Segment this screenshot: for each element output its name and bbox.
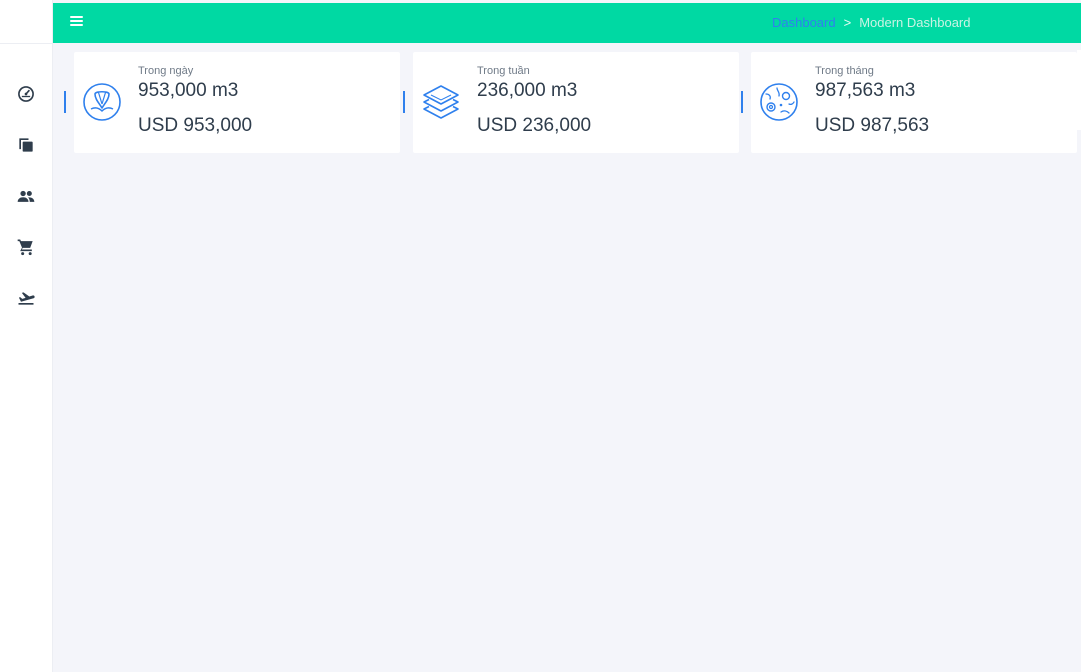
card-money-value: USD 953,000: [138, 115, 253, 136]
breadcrumb-dashboard-link[interactable]: Dashboard: [772, 15, 836, 30]
copy-pages-icon: [19, 138, 33, 152]
sidebar-item-dashboard[interactable]: [16, 84, 36, 104]
card-label: Trong tuần: [477, 65, 530, 77]
sidebar: [0, 0, 53, 672]
right-edge-strip: [1077, 50, 1081, 130]
sidebar-item-cart[interactable]: [16, 237, 36, 257]
breadcrumb-current: Modern Dashboard: [859, 15, 971, 30]
card-money-value: USD 987,563: [815, 115, 930, 136]
flight-takeoff-icon: [18, 292, 35, 305]
stat-card-month: Trong tháng 987,563 m3 USD 987,563: [741, 52, 1077, 153]
map-pin-icon: [82, 82, 122, 122]
card-volume-value: 953,000 m3: [138, 80, 239, 101]
users-icon: [17, 190, 35, 202]
card-accent-bar: [64, 91, 66, 113]
card-volume-value: 987,563 m3: [815, 80, 916, 101]
card-accent-bar: [403, 91, 405, 113]
sidebar-item-users[interactable]: [16, 186, 36, 206]
card-label: Trong ngày: [138, 65, 194, 77]
globe-icon: [759, 82, 799, 122]
hamburger-icon[interactable]: [70, 16, 83, 28]
top-header-bar: Dashboard > Modern Dashboard: [53, 3, 1081, 43]
breadcrumb: Dashboard > Modern Dashboard: [772, 15, 971, 30]
card-label: Trong tháng: [815, 65, 874, 77]
card-money-value: USD 236,000: [477, 115, 592, 136]
layers-icon: [421, 82, 461, 122]
card-volume-value: 236,000 m3: [477, 80, 578, 101]
stat-card-day: Trong ngày 953,000 m3 USD 953,000: [64, 52, 400, 153]
sidebar-item-pages[interactable]: [16, 135, 36, 155]
sidebar-logo-area: [0, 0, 52, 44]
card-accent-bar: [741, 91, 743, 113]
stat-card-week: Trong tuần 236,000 m3 USD 236,000: [403, 52, 739, 153]
dashboard-gauge-icon: [18, 86, 34, 102]
sidebar-item-flights[interactable]: [16, 288, 36, 308]
shopping-cart-icon: [17, 239, 33, 256]
breadcrumb-separator: >: [843, 15, 852, 30]
